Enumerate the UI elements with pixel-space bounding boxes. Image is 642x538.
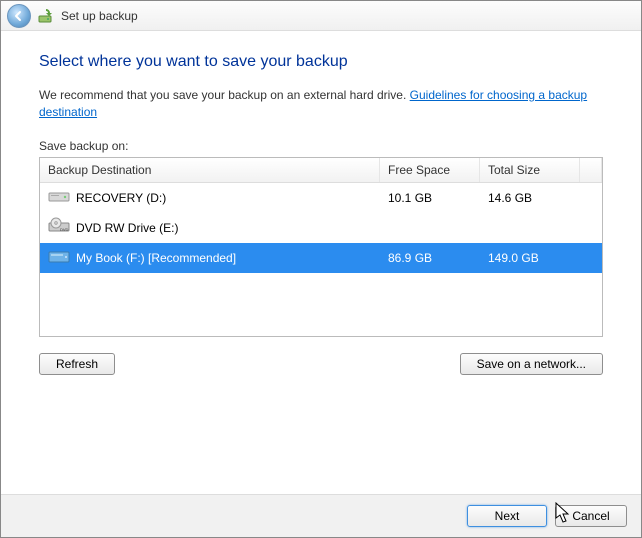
table-row[interactable]: My Book (F:) [Recommended] 86.9 GB149.0 G… bbox=[40, 243, 602, 273]
col-header-spacer bbox=[580, 158, 602, 182]
table-row[interactable]: DVD DVD RW Drive (E:) bbox=[40, 213, 602, 243]
back-arrow-icon bbox=[13, 10, 25, 22]
recommendation-text: We recommend that you save your backup o… bbox=[39, 87, 603, 121]
window-title: Set up backup bbox=[61, 9, 138, 23]
cell-total-size: 14.6 GB bbox=[480, 187, 580, 209]
hdd-drive-icon bbox=[48, 187, 70, 208]
cell-total-size bbox=[480, 224, 580, 232]
cell-free-space: 86.9 GB bbox=[380, 247, 480, 269]
save-on-network-button[interactable]: Save on a network... bbox=[460, 353, 603, 375]
footer: Next Cancel bbox=[1, 494, 641, 537]
cell-destination: DVD DVD RW Drive (E:) bbox=[40, 213, 380, 242]
page-heading: Select where you want to save your backu… bbox=[39, 53, 603, 71]
titlebar: Set up backup bbox=[1, 1, 641, 31]
backup-wizard-window: Set up backup Select where you want to s… bbox=[0, 0, 642, 538]
drive-name: DVD RW Drive (E:) bbox=[76, 221, 178, 235]
back-button[interactable] bbox=[7, 4, 31, 28]
cell-destination: RECOVERY (D:) bbox=[40, 183, 380, 212]
drive-name: RECOVERY (D:) bbox=[76, 191, 166, 205]
backup-icon bbox=[37, 7, 55, 25]
ext-drive-icon bbox=[48, 247, 70, 268]
drive-name: My Book (F:) [Recommended] bbox=[76, 251, 236, 265]
col-header-free-space[interactable]: Free Space bbox=[380, 158, 480, 182]
cell-destination: My Book (F:) [Recommended] bbox=[40, 243, 380, 272]
col-header-destination[interactable]: Backup Destination bbox=[40, 158, 380, 182]
refresh-button[interactable]: Refresh bbox=[39, 353, 115, 375]
dvd-drive-icon: DVD bbox=[48, 217, 70, 238]
cancel-button[interactable]: Cancel bbox=[555, 505, 627, 527]
col-header-total-size[interactable]: Total Size bbox=[480, 158, 580, 182]
action-row: Refresh Save on a network... bbox=[39, 353, 603, 375]
destination-table: Backup Destination Free Space Total Size… bbox=[39, 157, 603, 337]
cell-free-space bbox=[380, 224, 480, 232]
next-button[interactable]: Next bbox=[467, 505, 547, 527]
table-header: Backup Destination Free Space Total Size bbox=[40, 158, 602, 183]
table-row[interactable]: RECOVERY (D:) 10.1 GB14.6 GB bbox=[40, 183, 602, 213]
save-on-label: Save backup on: bbox=[39, 139, 603, 153]
svg-text:DVD: DVD bbox=[60, 227, 69, 232]
content-area: Select where you want to save your backu… bbox=[1, 31, 641, 494]
table-body: RECOVERY (D:) 10.1 GB14.6 GB DVD DVD RW Dri… bbox=[40, 183, 602, 273]
cell-free-space: 10.1 GB bbox=[380, 187, 480, 209]
cell-total-size: 149.0 GB bbox=[480, 247, 580, 269]
recommend-prefix: We recommend that you save your backup o… bbox=[39, 88, 410, 102]
